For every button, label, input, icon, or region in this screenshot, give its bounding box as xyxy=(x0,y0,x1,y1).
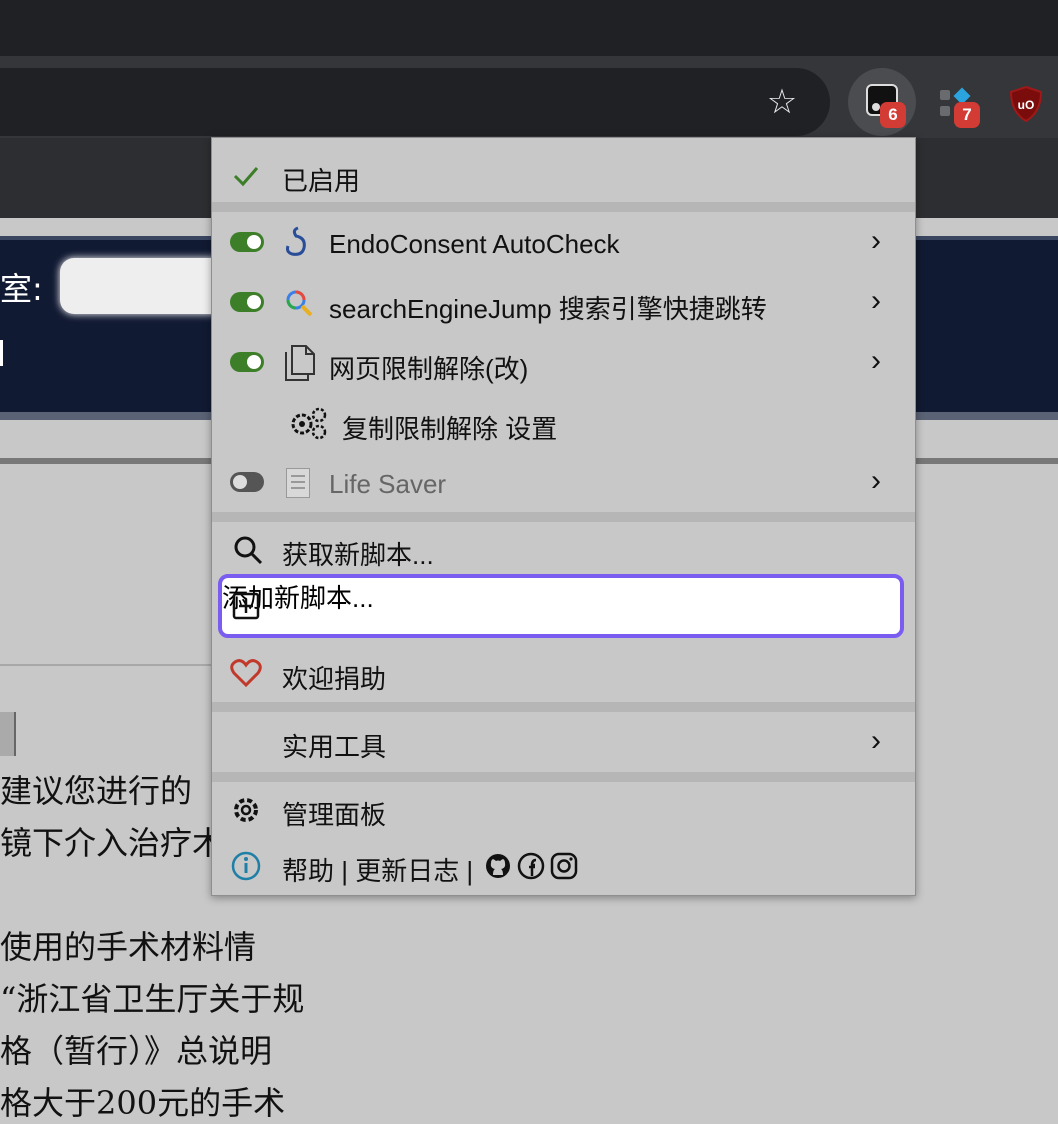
checkmark-icon xyxy=(233,167,259,187)
header-fragment xyxy=(0,340,3,366)
notepad-icon xyxy=(286,468,310,498)
donate-label: 欢迎捐助 xyxy=(282,664,387,694)
chevron-right-icon: › xyxy=(871,724,881,757)
tampermonkey-extension-button[interactable]: 6 xyxy=(848,68,916,136)
chevron-right-icon: › xyxy=(871,344,881,377)
chevron-right-icon: › xyxy=(871,224,881,257)
ublock-shield-icon: uO xyxy=(1009,85,1043,123)
extension-badge: 7 xyxy=(954,102,980,128)
add-new-script-item[interactable]: 添加新脚本... xyxy=(218,574,904,638)
script-toggle[interactable] xyxy=(230,292,264,312)
ublock-origin-button[interactable]: uO xyxy=(1006,84,1046,124)
divider xyxy=(0,664,240,666)
script-item-life-saver[interactable]: Life Saver › xyxy=(212,452,915,512)
enabled-toggle-item[interactable]: 已启用 xyxy=(212,146,915,206)
help-changelog-label[interactable]: 帮助 | 更新日志 | xyxy=(282,851,473,888)
utilities-item[interactable]: 实用工具 › xyxy=(212,712,915,772)
help-item[interactable]: 帮助 | 更新日志 | xyxy=(212,836,915,896)
document-icon xyxy=(285,345,315,381)
gear-icon xyxy=(234,798,258,822)
page-text-line: 格（暂行）》总说明 xyxy=(0,1032,273,1070)
page-block xyxy=(0,712,16,756)
page-text-line: 使用的手术材料情 xyxy=(0,928,257,966)
script-name: EndoConsent AutoCheck xyxy=(329,229,620,259)
script-name: Life Saver xyxy=(329,469,447,499)
search-icon xyxy=(234,536,263,565)
donate-item[interactable]: 欢迎捐助 xyxy=(212,644,915,704)
heart-icon xyxy=(230,659,262,688)
bookmark-star-icon[interactable]: ☆ xyxy=(762,82,802,122)
script-item-web-restriction[interactable]: 网页限制解除(改) › xyxy=(212,332,915,392)
chevron-right-icon: › xyxy=(871,284,881,317)
room-label: 室: xyxy=(0,270,43,308)
command-label: 复制限制解除 设置 xyxy=(342,414,558,444)
facebook-icon[interactable] xyxy=(517,852,545,880)
instagram-icon[interactable] xyxy=(550,852,578,880)
menu-separator xyxy=(212,202,915,212)
title-bar xyxy=(0,0,1058,56)
dashboard-item[interactable]: 管理面板 xyxy=(212,780,915,840)
script-toggle[interactable] xyxy=(230,232,264,252)
page-text-line: 格大于200元的手术 xyxy=(0,1084,286,1122)
script-item-searchenginejump[interactable]: searchEngineJump 搜索引擎快捷跳转 › xyxy=(212,272,915,332)
magnifier-color-icon xyxy=(286,290,313,317)
github-icon[interactable] xyxy=(484,852,512,880)
script-toggle[interactable] xyxy=(230,472,264,492)
info-icon xyxy=(231,851,261,881)
dashboard-label: 管理面板 xyxy=(282,800,387,830)
address-bar[interactable] xyxy=(0,68,830,136)
chevron-right-icon: › xyxy=(871,464,881,497)
tampermonkey-badge: 6 xyxy=(880,102,906,128)
script-name: 网页限制解除(改) xyxy=(329,354,529,384)
page-text-line: 建议您进行的 xyxy=(0,772,193,810)
script-name: searchEngineJump 搜索引擎快捷跳转 xyxy=(329,294,767,324)
tampermonkey-menu: 已启用 EndoConsent AutoCheck › searchEngine… xyxy=(211,137,916,896)
extension-button[interactable]: 7 xyxy=(930,80,986,132)
gears-icon xyxy=(291,407,327,440)
script-item-endoconsent[interactable]: EndoConsent AutoCheck › xyxy=(212,212,915,272)
get-new-scripts-item[interactable]: 获取新脚本... xyxy=(212,520,915,580)
get-new-scripts-label: 获取新脚本... xyxy=(282,540,434,570)
plus-square-icon xyxy=(232,592,260,620)
script-toggle[interactable] xyxy=(230,352,264,372)
page-text-line: “浙江省卫生厅关于规 xyxy=(0,980,305,1018)
script-command-item[interactable]: 复制限制解除 设置 xyxy=(212,392,915,452)
enabled-label: 已启用 xyxy=(282,166,361,196)
svg-text:uO: uO xyxy=(1018,98,1035,112)
stomach-icon xyxy=(286,226,306,256)
menu-separator xyxy=(212,702,915,712)
page-text-line: 镜下介入治疗术 xyxy=(0,824,225,862)
utilities-label: 实用工具 xyxy=(282,732,387,762)
